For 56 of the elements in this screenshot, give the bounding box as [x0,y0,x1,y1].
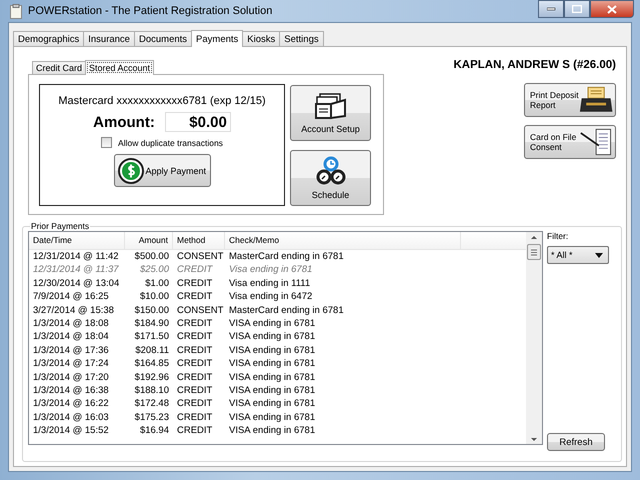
tab[interactable]: Settings [279,31,324,46]
maximize-button[interactable] [564,0,590,18]
app-icon [10,4,22,18]
tab[interactable]: Payments [191,30,244,47]
document-pen-icon [578,127,613,157]
payment-row[interactable]: 12/31/2014 @ 11:37 $25.00 CREDIT Visa ending in 6781 [29,263,526,277]
payment-row[interactable]: 1/3/2014 @ 17:24 $164.85 CREDIT VISA ending in 6781 [29,357,526,371]
tab[interactable]: Insurance [83,31,135,46]
tab[interactable]: Demographics [13,31,84,46]
payment-row[interactable]: 1/3/2014 @ 16:22 $172.48 CREDIT VISA ending in 6781 [29,397,526,411]
minimize-button[interactable] [538,0,564,18]
payment-row[interactable]: 7/9/2014 @ 16:25 $10.00 CREDIT Visa ending in 6472 [29,290,526,304]
maximize-icon [572,5,582,13]
close-button[interactable] [590,0,634,18]
filter-label: Filter: [547,231,570,241]
filter-dropdown[interactable]: * All * [547,246,609,264]
column-header[interactable]: Amount [125,232,173,249]
column-header[interactable]: Method [173,232,225,249]
checkbox[interactable] [101,137,112,148]
payment-row[interactable]: 1/3/2014 @ 17:36 $208.11 CREDIT VISA ending in 6781 [29,344,526,358]
tab[interactable]: Stored Account [85,60,154,75]
payment-row[interactable]: 1/3/2014 @ 16:38 $188.10 CREDIT VISA ending in 6781 [29,384,526,398]
amount-label: Amount: [93,114,155,130]
group-title: Prior Payments [30,221,90,231]
dollar-icon [118,158,144,184]
side-button[interactable]: Print Deposit Report [524,83,616,117]
payment-row[interactable]: 1/3/2014 @ 18:04 $171.50 CREDIT VISA ending in 6781 [29,330,526,344]
amount-field[interactable]: $0.00 [164,112,231,132]
clocks-icon [316,156,346,186]
column-header[interactable]: Date/Time [29,232,125,249]
payment-row[interactable]: 1/3/2014 @ 15:52 $16.94 CREDIT VISA ending in 6781 [29,424,526,438]
patient-name: KAPLAN, ANDREW S (#26.00) [453,59,616,71]
refresh-button[interactable]: Refresh [547,433,605,451]
payment-row[interactable]: 12/31/2014 @ 11:42 $500.00 CONSENT MasterCard ending in 6781 [29,250,526,264]
scroll-thumb[interactable] [527,244,541,260]
tab[interactable]: Credit Card [32,61,86,74]
payment-row[interactable]: 1/3/2014 @ 17:20 $192.96 CREDIT VISA ending in 6781 [29,370,526,384]
account-setup-button[interactable]: Account Setup [290,85,371,141]
tab[interactable]: Documents [134,31,192,46]
scrollbar[interactable] [526,232,542,444]
close-icon [607,4,617,14]
column-header[interactable]: Check/Memo [225,232,461,249]
payment-row[interactable]: 3/27/2014 @ 15:38 $150.00 CONSENT MasterCard ending in 6781 [29,304,526,317]
tab[interactable]: Kiosks [242,31,280,46]
card-label: Mastercard xxxxxxxxxxxx6781 (exp 12/15) [58,95,266,107]
wallet-icon [314,92,348,120]
schedule-button[interactable]: Schedule [290,150,371,206]
side-button[interactable]: Card on File Consent [524,125,616,159]
payment-row[interactable]: 1/3/2014 @ 18:08 $184.90 CREDIT VISA ending in 6781 [29,316,526,330]
checkbox-label: Allow duplicate transactions [118,138,223,148]
window-title: POWERstation - The Patient Registration Solution [28,5,272,17]
payment-row[interactable]: 1/3/2014 @ 16:03 $175.23 CREDIT VISA ending in 6781 [29,410,526,424]
apply-payment-button[interactable]: Apply Payment [114,154,210,187]
minimize-icon [546,7,556,11]
dropdown-arrow-icon [595,252,603,258]
payment-row[interactable]: 12/30/2014 @ 13:04 $1.00 CREDIT Visa ending in 1111 [29,276,526,290]
